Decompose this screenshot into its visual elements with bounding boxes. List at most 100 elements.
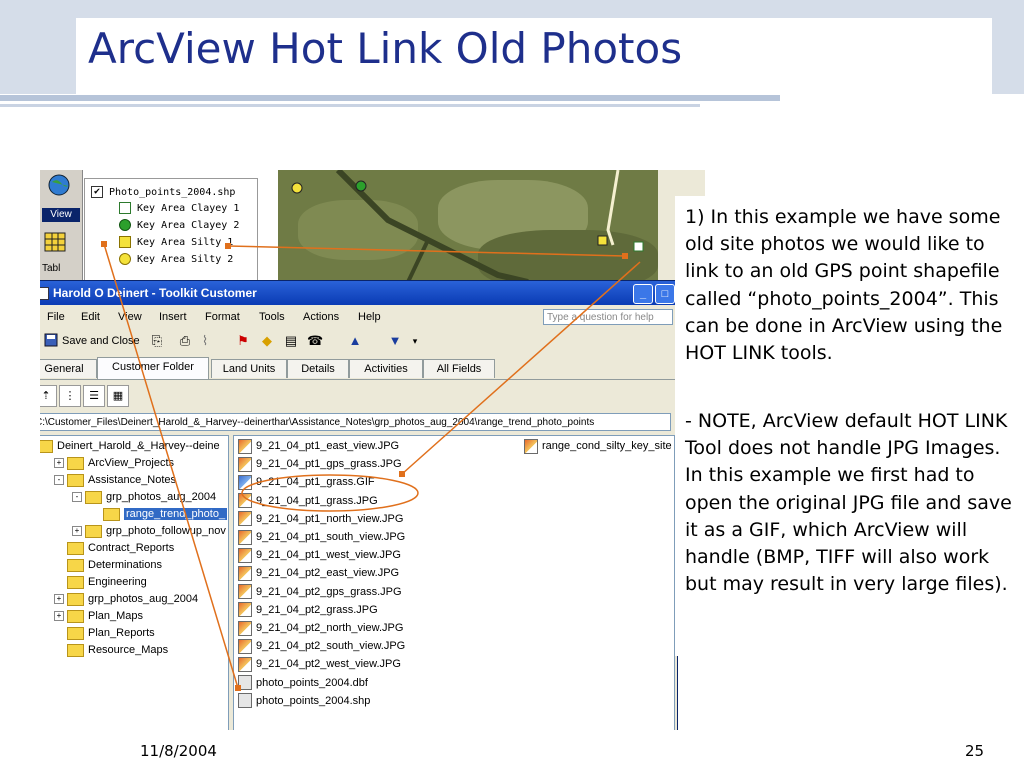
- file-item[interactable]: range_cond_silty_key_site: [524, 438, 672, 454]
- phone-icon[interactable]: ☎: [307, 333, 323, 349]
- address-book-icon[interactable]: ▤: [283, 333, 299, 349]
- file-item[interactable]: 9_21_04_pt1_gps_grass.JPG: [238, 456, 402, 472]
- tree-node-label: Contract_Reports: [88, 542, 175, 554]
- file-name: 9_21_04_pt1_north_view.JPG: [256, 512, 404, 525]
- file-name: 9_21_04_pt2_gps_grass.JPG: [256, 585, 402, 598]
- tree-node[interactable]: range_trend_photo_: [90, 506, 228, 522]
- attach-icon[interactable]: ⌇: [197, 333, 213, 349]
- gif-file-icon: [238, 474, 252, 490]
- menu-format[interactable]: Format: [205, 311, 240, 323]
- tree-node[interactable]: + grp_photos_aug_2004: [54, 591, 198, 607]
- path-field[interactable]: C:\Customer_Files\Deinert_Harold_&_Harve…: [40, 413, 671, 431]
- tab-general[interactable]: General: [40, 359, 97, 378]
- tree-node-label: ArcView_Projects: [88, 457, 174, 469]
- tab-land-units[interactable]: Land Units: [211, 359, 287, 378]
- file-item[interactable]: 9_21_04_pt1_grass.JPG: [238, 493, 378, 509]
- aerial-map[interactable]: [278, 170, 658, 282]
- tab-all-fields[interactable]: All Fields: [423, 359, 495, 378]
- tree-node[interactable]: Determinations: [54, 557, 162, 573]
- menu-view[interactable]: View: [118, 311, 142, 323]
- tree-node[interactable]: + grp_photo_followup_nov: [72, 523, 226, 539]
- folder-icon: [85, 490, 102, 504]
- tree-node-label: grp_photos_aug_2004: [106, 491, 217, 503]
- tree-node[interactable]: - grp_photos_aug_2004: [72, 489, 216, 505]
- jpg-file-icon: [238, 620, 252, 636]
- globe-icon[interactable]: [42, 172, 80, 196]
- file-item[interactable]: 9_21_04_pt2_grass.JPG: [238, 602, 378, 618]
- tree-node[interactable]: Deinert_Harold_&_Harvey--deine: [40, 438, 220, 454]
- tree-node[interactable]: Resource_Maps: [54, 642, 168, 658]
- yellow-circle-icon: [119, 253, 131, 265]
- jpg-file-icon: [238, 638, 252, 654]
- previous-item-icon[interactable]: ▲: [347, 333, 363, 349]
- collapse-icon[interactable]: -: [54, 475, 64, 486]
- save-and-close-button[interactable]: Save and Close: [62, 335, 140, 347]
- sidebar-item-view[interactable]: View: [42, 208, 80, 222]
- file-item[interactable]: 9_21_04_pt2_west_view.JPG: [238, 656, 401, 672]
- file-item[interactable]: photo_points_2004.shp: [238, 693, 370, 709]
- minimize-button[interactable]: _: [633, 284, 653, 304]
- file-item[interactable]: 9_21_04_pt2_gps_grass.JPG: [238, 584, 402, 600]
- file-item[interactable]: 9_21_04_pt2_east_view.JPG: [238, 565, 399, 581]
- flag-icon[interactable]: ⚑: [235, 333, 251, 349]
- sidebar-item-table[interactable]: Tabl: [42, 262, 80, 276]
- file-item[interactable]: 9_21_04_pt1_north_view.JPG: [238, 511, 403, 527]
- details-view-icon[interactable]: ▦: [107, 385, 129, 407]
- file-item[interactable]: 9_21_04_pt2_north_view.JPG: [238, 620, 403, 636]
- expand-icon[interactable]: +: [54, 594, 64, 605]
- explanation-paragraph-2: - NOTE, ArcView default HOT LINK Tool do…: [685, 410, 1012, 596]
- file-item[interactable]: photo_points_2004.dbf: [238, 675, 368, 691]
- small-icons-icon[interactable]: ⋮: [59, 385, 81, 407]
- checkbox-icon[interactable]: ✔: [91, 186, 103, 198]
- next-item-icon[interactable]: ▼: [387, 333, 403, 349]
- expand-icon[interactable]: +: [54, 611, 64, 622]
- list-view-icon[interactable]: ☰: [83, 385, 105, 407]
- jpg-file-icon: [238, 584, 252, 600]
- folder-icon: [67, 541, 84, 555]
- expand-icon[interactable]: +: [54, 458, 64, 469]
- file-item[interactable]: 9_21_04_pt1_south_view.JPG: [238, 529, 405, 545]
- window-title: Harold O Deinert - Toolkit Customer: [53, 286, 257, 300]
- table-icon[interactable]: [42, 230, 80, 254]
- tree-node[interactable]: - Assistance_Notes: [54, 472, 176, 488]
- menu-actions[interactable]: Actions: [303, 311, 339, 323]
- tree-node[interactable]: Contract_Reports: [54, 540, 174, 556]
- file-name: 9_21_04_pt2_north_view.JPG: [256, 622, 404, 634]
- categories-icon[interactable]: ◆: [259, 333, 275, 349]
- folder-icon: [67, 609, 84, 623]
- file-item[interactable]: 9_21_04_pt1_grass.GIF: [238, 474, 375, 490]
- tree-node[interactable]: + Plan_Maps: [54, 608, 143, 624]
- maximize-button[interactable]: □: [655, 284, 675, 304]
- file-item[interactable]: 9_21_04_pt1_east_view.JPG: [238, 438, 399, 454]
- right-decor-bar: [992, 0, 1024, 94]
- file-item[interactable]: 9_21_04_pt1_west_view.JPG: [238, 547, 401, 563]
- green-box-icon: [119, 202, 131, 214]
- window-titlebar[interactable]: Harold O Deinert - Toolkit Customer _ □: [40, 281, 677, 305]
- copy-icon[interactable]: ⎘: [149, 333, 165, 349]
- up-folder-icon[interactable]: ⇡: [40, 385, 57, 407]
- yellow-box-icon: [119, 236, 131, 248]
- chevron-down-icon[interactable]: ▾: [407, 333, 423, 349]
- tab-strip: General Customer Folder Land Units Detai…: [40, 357, 677, 380]
- help-question-input[interactable]: Type a question for help: [543, 309, 673, 325]
- tab-activities[interactable]: Activities: [349, 359, 423, 378]
- menu-tools[interactable]: Tools: [259, 311, 285, 323]
- file-name: 9_21_04_pt2_grass.JPG: [256, 603, 378, 616]
- tree-node[interactable]: Plan_Reports: [54, 625, 155, 641]
- menu-insert[interactable]: Insert: [159, 311, 187, 323]
- tab-details[interactable]: Details: [287, 359, 349, 378]
- window-icon: [40, 287, 49, 300]
- file-item[interactable]: 9_21_04_pt2_south_view.JPG: [238, 638, 405, 654]
- save-icon[interactable]: [43, 333, 59, 349]
- menu-edit[interactable]: Edit: [81, 311, 100, 323]
- legend-layer[interactable]: ✔ Photo_points_2004.shp: [91, 185, 235, 201]
- expand-icon[interactable]: +: [72, 526, 82, 537]
- folder-icon: [67, 592, 84, 606]
- menu-help[interactable]: Help: [358, 311, 381, 323]
- collapse-icon[interactable]: -: [72, 492, 82, 503]
- print-icon[interactable]: ⎙: [177, 333, 193, 349]
- tree-node[interactable]: + ArcView_Projects: [54, 455, 174, 471]
- menu-file[interactable]: File: [47, 311, 65, 323]
- tab-customer-folder[interactable]: Customer Folder: [97, 357, 209, 379]
- tree-node[interactable]: Engineering: [54, 574, 147, 590]
